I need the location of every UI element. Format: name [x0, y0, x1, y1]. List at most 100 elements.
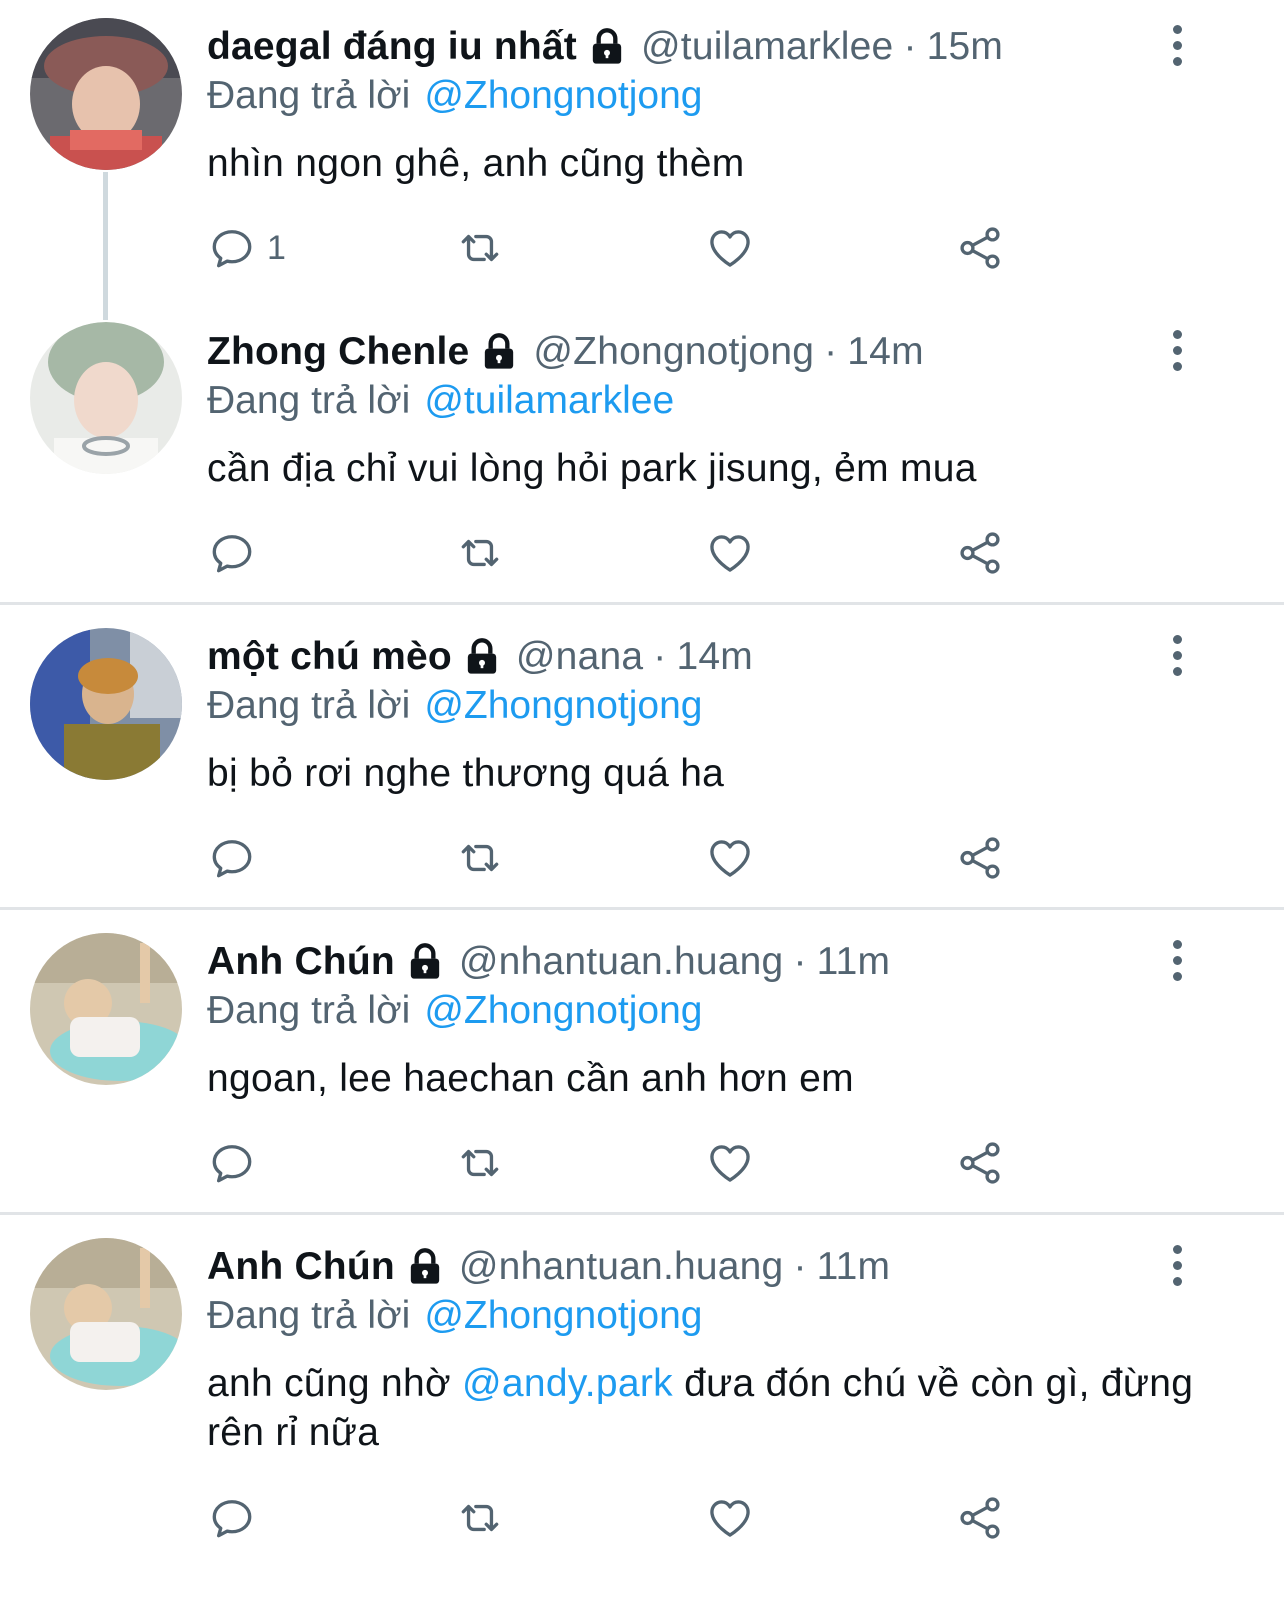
separator-dot: ·: [824, 330, 838, 373]
retweet-button[interactable]: [455, 1133, 505, 1193]
avatar[interactable]: [30, 628, 182, 780]
share-icon: [955, 833, 1005, 883]
reply-icon: [207, 528, 257, 578]
more-options-button[interactable]: [1162, 630, 1192, 680]
avatar[interactable]: [30, 18, 182, 170]
tweet-actions: [207, 1488, 1107, 1548]
retweet-icon: [455, 528, 505, 578]
separator-dot: ·: [653, 635, 667, 678]
user-handle[interactable]: @Zhongnotjong: [533, 330, 814, 374]
replying-to-label: Đang trả lời: [207, 989, 411, 1032]
retweet-icon: [455, 1138, 505, 1188]
share-button[interactable]: [955, 1488, 1005, 1548]
tweet-text: cần địa chỉ vui lòng hỏi park jisung, ẻm…: [207, 447, 977, 490]
reply-button[interactable]: [207, 1488, 257, 1548]
user-handle[interactable]: @tuilamarklee: [641, 25, 893, 69]
reply-button[interactable]: 1: [207, 218, 286, 278]
more-vertical-icon: [1172, 329, 1182, 339]
tweet-header: Anh Chún @nhantuan.huang · 11m: [207, 937, 890, 987]
like-button[interactable]: [705, 1488, 755, 1548]
share-button[interactable]: [955, 1133, 1005, 1193]
share-icon: [955, 1138, 1005, 1188]
reply-icon: [207, 833, 257, 883]
tweet-header: một chú mèo @nana · 14m: [207, 632, 753, 682]
reply-button[interactable]: [207, 1133, 257, 1193]
replying-to-mention[interactable]: @Zhongnotjong: [424, 74, 702, 117]
reply-button[interactable]: [207, 523, 257, 583]
replying-to: Đang trả lời @Zhongnotjong: [207, 72, 702, 120]
share-icon: [955, 1493, 1005, 1543]
tweet-text: ngoan, lee haechan cần anh hơn em: [207, 1057, 854, 1100]
avatar[interactable]: [30, 1238, 182, 1390]
heart-icon: [705, 833, 755, 883]
lock-icon: [587, 27, 627, 67]
avatar-photo-icon: [30, 933, 182, 1085]
user-handle[interactable]: @nana: [516, 635, 643, 679]
display-name[interactable]: Anh Chún: [207, 940, 395, 984]
lock-icon: [462, 637, 502, 677]
retweet-button[interactable]: [455, 828, 505, 888]
avatar-photo-icon: [30, 18, 182, 170]
reply-button[interactable]: [207, 828, 257, 888]
replying-to: Đang trả lời @Zhongnotjong: [207, 682, 702, 730]
tweet-text-part: anh cũng nhờ: [207, 1362, 463, 1405]
divider: [0, 1212, 1284, 1215]
retweet-button[interactable]: [455, 523, 505, 583]
more-options-button[interactable]: [1162, 325, 1192, 375]
more-options-button[interactable]: [1162, 935, 1192, 985]
display-name[interactable]: daegal đáng iu nhất: [207, 25, 577, 69]
user-handle[interactable]: @nhantuan.huang: [459, 1245, 784, 1289]
replying-to-mention[interactable]: @tuilamarklee: [424, 379, 674, 422]
separator-dot: ·: [903, 25, 917, 68]
tweet-actions: [207, 1133, 1107, 1193]
replying-to: Đang trả lời @Zhongnotjong: [207, 1292, 702, 1340]
thread-connector: [103, 172, 108, 320]
display-name[interactable]: Anh Chún: [207, 1245, 395, 1289]
tweet-actions: [207, 523, 1107, 583]
tweet-text: nhìn ngon ghê, anh cũng thèm: [207, 142, 745, 185]
more-vertical-icon: [1172, 1244, 1182, 1254]
replying-to: Đang trả lời @Zhongnotjong: [207, 987, 702, 1035]
replying-to-mention[interactable]: @Zhongnotjong: [424, 989, 702, 1032]
more-options-button[interactable]: [1162, 1240, 1192, 1290]
retweet-icon: [455, 1493, 505, 1543]
retweet-button[interactable]: [455, 218, 505, 278]
avatar[interactable]: [30, 933, 182, 1085]
lock-icon: [405, 942, 445, 982]
like-button[interactable]: [705, 523, 755, 583]
display-name[interactable]: Zhong Chenle: [207, 330, 469, 374]
user-handle[interactable]: @nhantuan.huang: [459, 940, 784, 984]
timestamp[interactable]: 14m: [847, 330, 923, 374]
share-button[interactable]: [955, 218, 1005, 278]
heart-icon: [705, 223, 755, 273]
tweet-header: Anh Chún @nhantuan.huang · 11m: [207, 1242, 890, 1292]
avatar[interactable]: [30, 322, 182, 474]
replying-to-mention[interactable]: @Zhongnotjong: [424, 1294, 702, 1337]
tweet-mention-link[interactable]: @andy.park: [462, 1362, 673, 1405]
replying-to: Đang trả lời @tuilamarklee: [207, 377, 674, 425]
timestamp[interactable]: 15m: [927, 25, 1003, 69]
like-button[interactable]: [705, 1133, 755, 1193]
replying-to-mention[interactable]: @Zhongnotjong: [424, 684, 702, 727]
lock-icon: [405, 1247, 445, 1287]
timestamp[interactable]: 14m: [676, 635, 752, 679]
share-button[interactable]: [955, 523, 1005, 583]
timestamp[interactable]: 11m: [817, 940, 891, 984]
like-button[interactable]: [705, 218, 755, 278]
like-button[interactable]: [705, 828, 755, 888]
retweet-button[interactable]: [455, 1488, 505, 1548]
more-options-button[interactable]: [1162, 20, 1192, 70]
separator-dot: ·: [793, 940, 807, 983]
more-vertical-icon: [1172, 939, 1182, 949]
timestamp[interactable]: 11m: [817, 1245, 891, 1289]
divider: [0, 602, 1284, 605]
avatar-photo-icon: [30, 1238, 182, 1390]
share-button[interactable]: [955, 828, 1005, 888]
replying-to-label: Đang trả lời: [207, 74, 411, 117]
tweet-text: anh cũng nhờ @andy.park đưa đón chú về c…: [207, 1359, 1197, 1457]
display-name[interactable]: một chú mèo: [207, 635, 452, 679]
reply-icon: [207, 1493, 257, 1543]
reply-count: 1: [267, 228, 286, 267]
lock-icon: [479, 332, 519, 372]
retweet-icon: [455, 223, 505, 273]
